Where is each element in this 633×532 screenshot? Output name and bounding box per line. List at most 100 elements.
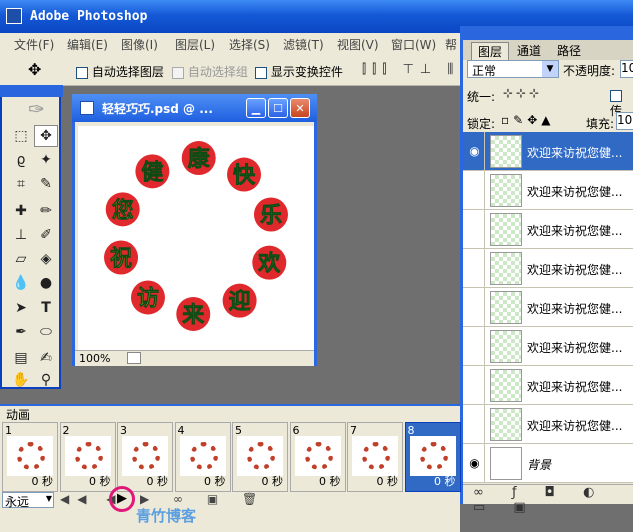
frame-delay[interactable]: 0 秒 [204,473,226,489]
show-transform-checkbox[interactable] [255,66,267,79]
menu-image[interactable]: 图像(I) [121,36,158,53]
eye-visibility-icon[interactable] [465,405,485,443]
document-canvas[interactable]: 欢迎来访祝您健康快乐 [78,126,314,351]
layer-row[interactable]: 欢迎来访祝您健... [463,210,633,249]
frame-delay[interactable]: 0 秒 [262,473,284,489]
frame-delay[interactable]: 0 秒 [32,473,54,489]
frame-delay[interactable]: 0 秒 [434,473,456,489]
eye-visibility-icon[interactable]: ◉ [465,444,485,482]
close-button[interactable]: ✕ [290,98,310,118]
layer-row[interactable]: 欢迎来访祝您健... [463,327,633,366]
opacity-input[interactable]: 100 [620,60,633,78]
ring-glyph: 迎 [229,289,251,315]
dodge-tool-icon[interactable]: ● [34,272,58,294]
layer-row[interactable]: 欢迎来访祝您健... [463,366,633,405]
paint-bucket-icon[interactable]: ◈ [34,248,58,270]
menu-filter[interactable]: 滤镜(T) [283,36,324,53]
document-title-bar[interactable]: 轻轻巧巧.psd @ ... ▁ ☐ ✕ [72,94,317,122]
zoom-level[interactable]: 100% [79,352,110,365]
chevron-down-icon[interactable]: ▼ [542,61,558,77]
maximize-button[interactable]: ☐ [268,98,288,118]
menu-help[interactable]: 帮 [445,36,457,53]
path-select-icon[interactable]: ➤ [9,297,33,319]
stamp-tool-icon[interactable]: ⊥ [9,224,33,246]
ellipse-tool-icon[interactable]: ⬭ [34,321,58,343]
frame-tools[interactable]: ▶ ∞ ▣ 🗑 [140,492,267,506]
eye-visibility-icon[interactable] [465,210,485,248]
tab-channels[interactable]: 通道 [511,42,547,60]
status-menu-button[interactable] [127,352,141,364]
eye-visibility-icon[interactable]: ◉ [465,132,485,170]
tab-layers[interactable]: 图层 [471,42,510,60]
notes-tool-icon[interactable]: ▤ [9,347,33,369]
frame-thumbnail [7,436,53,476]
menu-select[interactable]: 选择(S) [229,36,270,53]
menu-view[interactable]: 视图(V) [337,36,379,53]
menu-layer[interactable]: 图层(L) [175,36,215,53]
healing-brush-icon[interactable]: ✚ [9,200,33,222]
eraser-tool-icon[interactable]: ▱ [9,248,33,270]
fill-input[interactable]: 100 [616,112,633,130]
frame-delay[interactable]: 0 秒 [147,473,169,489]
move-tool-icon[interactable]: ✥ [34,125,58,147]
frame-delay[interactable]: 0 秒 [89,473,111,489]
eye-visibility-icon[interactable] [465,366,485,404]
document-window[interactable]: 轻轻巧巧.psd @ ... ▁ ☐ ✕ 欢迎来访祝您健康快乐 100% [72,94,317,366]
layer-name: 欢迎来访祝您健... [527,146,623,160]
layer-row[interactable]: 欢迎来访祝您健... [463,288,633,327]
play-icon[interactable]: ▶ [117,491,127,506]
animation-frame[interactable]: 10 秒 [2,422,58,492]
animation-frame[interactable]: 70 秒 [347,422,403,492]
eye-visibility-icon[interactable] [465,327,485,365]
layer-row[interactable]: 欢迎来访祝您健... [463,249,633,288]
loop-select[interactable]: 永远 ▼ [2,492,54,509]
toolbox: ✑ ⬚ ✥ ϱ ✦ ⌗ ✎ ✚ ✏ ⊥ ✐ ▱ ◈ 💧 ● ➤ T ✒ ⬭ ▤ … [0,85,63,391]
auto-select-layer-checkbox[interactable] [76,66,88,79]
propagate-checkbox[interactable] [610,89,622,102]
animation-frame[interactable]: 30 秒 [117,422,173,492]
layer-row[interactable]: 欢迎来访祝您健... [463,171,633,210]
pen-tool-icon[interactable]: ✒ [9,321,33,343]
type-tool-icon[interactable]: T [34,297,58,319]
animation-frame[interactable]: 80 秒 [404,422,461,492]
eye-visibility-icon[interactable] [465,288,485,326]
menu-file[interactable]: 文件(F) [14,36,54,53]
eye-visibility-icon[interactable] [465,249,485,287]
auto-select-layer-option[interactable]: 自动选择图层 [76,63,164,80]
magic-wand-tool-icon[interactable]: ✦ [34,149,58,171]
ring-glyph: 快 [233,164,256,189]
animation-frame[interactable]: 50 秒 [232,422,288,492]
blend-mode-select[interactable]: 正常 ▼ [467,60,559,78]
hand-tool-icon[interactable]: ✋ [9,369,33,391]
eye-visibility-icon[interactable] [465,171,485,209]
layer-actions-bar[interactable]: ∞ ƒ ◘ ◐ ▭ ▣ [463,484,633,515]
animation-frame[interactable]: 40 秒 [174,422,231,492]
document-status-bar: 100% [75,350,314,366]
unify-icons[interactable]: ⊹⊹⊹ [503,86,542,100]
brush-tool-icon[interactable]: ✏ [34,200,58,222]
lock-icons[interactable]: ▫✎✥▲ [501,113,554,127]
lasso-tool-icon[interactable]: ϱ [9,149,33,171]
history-brush-icon[interactable]: ✐ [34,224,58,246]
animation-frame[interactable]: 20 秒 [59,422,116,492]
animation-frame[interactable]: 60 秒 [289,422,346,492]
layers-tabs: 图层 通道 路径 [463,40,633,60]
marquee-tool-icon[interactable]: ⬚ [9,125,33,147]
menu-edit[interactable]: 编辑(E) [67,36,108,53]
menu-window[interactable]: 窗口(W) [391,36,436,53]
layer-row[interactable]: ◉ 欢迎来访祝您健... [463,132,633,171]
eyedropper-tool-icon[interactable]: ✍ [34,347,58,369]
frame-delay[interactable]: 0 秒 [377,473,399,489]
align-buttons[interactable]: ⫿⫿⫿ ⊤⊥ ⫼⫼ [362,62,471,77]
tab-paths[interactable]: 路径 [551,42,587,60]
minimize-button[interactable]: ▁ [246,98,266,118]
frame-delay[interactable]: 0 秒 [319,473,341,489]
layer-row[interactable]: ◉ 背景 [463,444,633,483]
layer-row[interactable]: 欢迎来访祝您健... [463,405,633,444]
blur-tool-icon[interactable]: 💧 [9,272,33,294]
crop-tool-icon[interactable]: ⌗ [9,173,33,195]
move-tool-icon[interactable]: ✥ [28,60,41,79]
zoom-tool-icon[interactable]: ⚲ [34,369,58,391]
show-transform-option[interactable]: 显示变换控件 [255,63,343,80]
slice-tool-icon[interactable]: ✎ [34,173,58,195]
